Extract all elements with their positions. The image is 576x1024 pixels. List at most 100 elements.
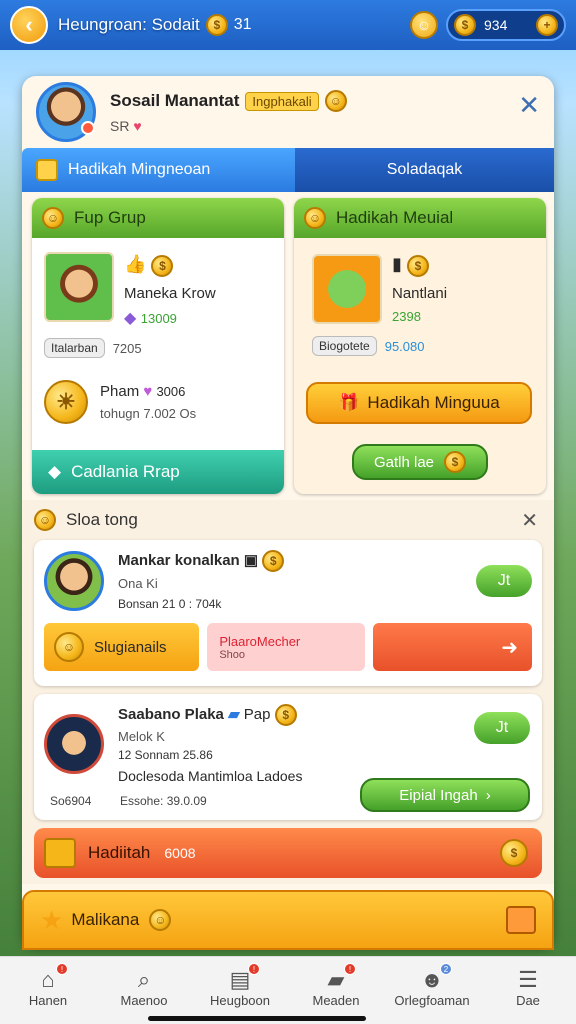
game-name: Nantlani <box>392 285 448 302</box>
smile-icon: ☺ <box>42 207 64 229</box>
profile-sub: SR <box>110 118 130 134</box>
nav-item-menu[interactable]: ☰ Dae <box>480 967 576 1008</box>
nav-item-friends[interactable]: ☻ 2 Orlegfoaman <box>384 963 480 1008</box>
gift-icon: 🎁 <box>338 393 360 412</box>
avatar[interactable] <box>36 82 96 142</box>
close-icon[interactable]: ✕ <box>518 90 540 121</box>
profile-name: Sosail Manantat <box>110 91 240 110</box>
emoji-icon[interactable]: ☺ <box>410 11 438 39</box>
friend-card: Mankar konalkan ▣ $ Ona Ki Bonsan 21 0 :… <box>34 540 542 686</box>
nav-label: Dae <box>516 993 540 1008</box>
left-card: ☺ Fup Grup 👍 $ Maneka Krow ◆ 13009 Italar… <box>32 198 284 494</box>
friend-tag: Pap <box>243 706 271 723</box>
friend-desc: Doclesoda Mantimloa Ladoes <box>118 768 303 784</box>
game-stat: 2398 <box>392 309 421 324</box>
chat-icon: ▰! <box>322 963 356 993</box>
game-tag: Biogotete <box>312 336 377 356</box>
coin-icon: $ <box>444 451 467 473</box>
nav-label: Orlegfoaman <box>394 993 470 1008</box>
action-slugianails[interactable]: ☺ Slugianails <box>44 623 200 671</box>
bottom-nav: ⌂! Hanen ⌕ Maenoo ▤! Heugboon ▰! Meaden ☻ 2 Or… <box>0 956 576 1024</box>
button-label: Jt <box>497 571 511 589</box>
notification-badge: ! <box>248 963 260 975</box>
game-row[interactable]: 👍 $ Maneka Krow ◆ 13009 <box>32 238 284 328</box>
coin-stack-icon: $ <box>151 255 174 277</box>
card-header: ☺ Hadikah Meuial <box>294 198 546 238</box>
button-label: Eipial Ingah <box>399 786 478 804</box>
heart-icon: ♥ <box>133 118 142 134</box>
trophy-icon: ▣ <box>243 552 259 569</box>
notification-badge: 2 <box>440 963 452 975</box>
mall-bar[interactable]: ★ Malikana ☺ <box>22 890 554 950</box>
game-tag-value: 7205 <box>112 340 142 356</box>
nav-item-inbox[interactable]: ▤! Heugboon <box>192 963 288 1008</box>
like-button[interactable]: Jt <box>476 564 532 597</box>
coin-icon: $ <box>406 255 429 277</box>
star-icon: ★ <box>40 904 64 935</box>
button-label: Cadlania Rrap <box>71 462 180 481</box>
gift-icon <box>36 159 58 181</box>
game-sub: tohugn 7.002 Os <box>100 406 197 421</box>
nav-label: Hanen <box>28 993 68 1008</box>
right-card: ☺ Hadikah Meuial ▮ $ Nantlani 2398 Biogot… <box>294 198 546 494</box>
game-tag-value: 95.080 <box>384 338 425 354</box>
tab-soladaqak[interactable]: Soladaqak <box>295 148 554 192</box>
profile-tag: Ingphakali <box>245 91 319 111</box>
nav-label: Heugboon <box>210 993 270 1008</box>
face-icon: ☺ <box>54 632 84 662</box>
nav-label: Maenoo <box>120 993 168 1008</box>
tab-label: Soladaqak <box>386 161 463 178</box>
friend-card: Saabano Plaka ▰ Pap $ Melok K 12 Sonnam … <box>34 694 542 820</box>
arrow-right-icon: ➜ <box>501 636 518 659</box>
hadiah-label: Hadiitah <box>88 843 151 862</box>
add-currency-icon[interactable]: + <box>536 14 558 36</box>
game-row[interactable]: ▮ $ Nantlani 2398 <box>294 238 546 326</box>
home-icon: ⌂! <box>34 963 68 993</box>
card-title: Fup Grup <box>74 208 146 227</box>
currency-display[interactable]: $ 934 + <box>446 9 566 41</box>
tab-hadikah[interactable]: Hadikah Mingneoan <box>22 148 295 192</box>
friend-stats: Bonsan 21 0 : 704k <box>118 597 222 611</box>
card-title: Hadikah Meuial <box>336 208 454 227</box>
gem-icon: ◆ <box>124 310 137 327</box>
coin-icon: $ <box>262 550 285 572</box>
menu-icon: ☰ <box>518 967 538 992</box>
nav-item-search[interactable]: ⌕ Maenoo <box>96 967 192 1008</box>
search-icon: ⌕ <box>137 967 151 992</box>
game-row[interactable]: ☀ Pham ♥ 3006 tohugn 7.002 Os <box>32 368 284 436</box>
hadikah-button[interactable]: 🎁 Hadikah Minguua <box>306 382 532 424</box>
friend-sub: Melok K <box>118 729 165 744</box>
currency-value: 934 <box>484 17 508 33</box>
eipial-button[interactable]: Eipial Ingah › <box>360 778 530 812</box>
smile-icon: ☺ <box>304 207 326 229</box>
nav-item-home[interactable]: ⌂! Hanen <box>0 963 96 1008</box>
page-title: Heungroan: Sodait <box>58 15 200 34</box>
nav-item-chat[interactable]: ▰! Meaden <box>288 963 384 1008</box>
game-stat: 3006 <box>156 384 186 399</box>
chest-icon[interactable] <box>506 906 536 934</box>
action-share[interactable]: ➜ <box>372 623 532 671</box>
cadlania-button[interactable]: ◆ Cadlania Rrap <box>32 450 284 494</box>
back-button[interactable]: ‹ <box>10 6 48 44</box>
game-name: Pham <box>100 383 140 400</box>
tab-label: Hadikah Mingneoan <box>68 161 211 178</box>
button-label: Gatlh lae <box>373 453 435 471</box>
action-plaaromecher[interactable]: PlaaroMecher Shoo <box>207 623 365 671</box>
card-header: ☺ Fup Grup <box>32 198 284 238</box>
chat-icon: ▰ <box>228 706 240 723</box>
chevron-left-icon: ‹ <box>25 12 33 37</box>
coin-icon: $ <box>274 704 297 726</box>
action-label: Slugianails <box>94 638 167 656</box>
hadiah-bar[interactable]: Hadiitah 6008 $ <box>34 828 542 878</box>
avatar[interactable] <box>44 550 104 611</box>
gatlh-button[interactable]: Gatlh lae $ <box>352 444 488 480</box>
notification-badge: ! <box>344 963 356 975</box>
friend-footer-mid: Essohe: 39.0.09 <box>120 794 207 808</box>
social-panel: Sosail Manantat Ingphakali ☺ SR ♥ ✕ Hadi… <box>22 76 554 946</box>
close-icon[interactable]: ✕ <box>521 508 538 533</box>
avatar[interactable] <box>44 714 104 774</box>
like-button[interactable]: Jt <box>474 712 530 744</box>
bottle-icon: ▮ $ <box>392 254 447 277</box>
friend-name: Mankar konalkan <box>118 552 240 569</box>
heart-icon: ♥ <box>143 383 153 400</box>
